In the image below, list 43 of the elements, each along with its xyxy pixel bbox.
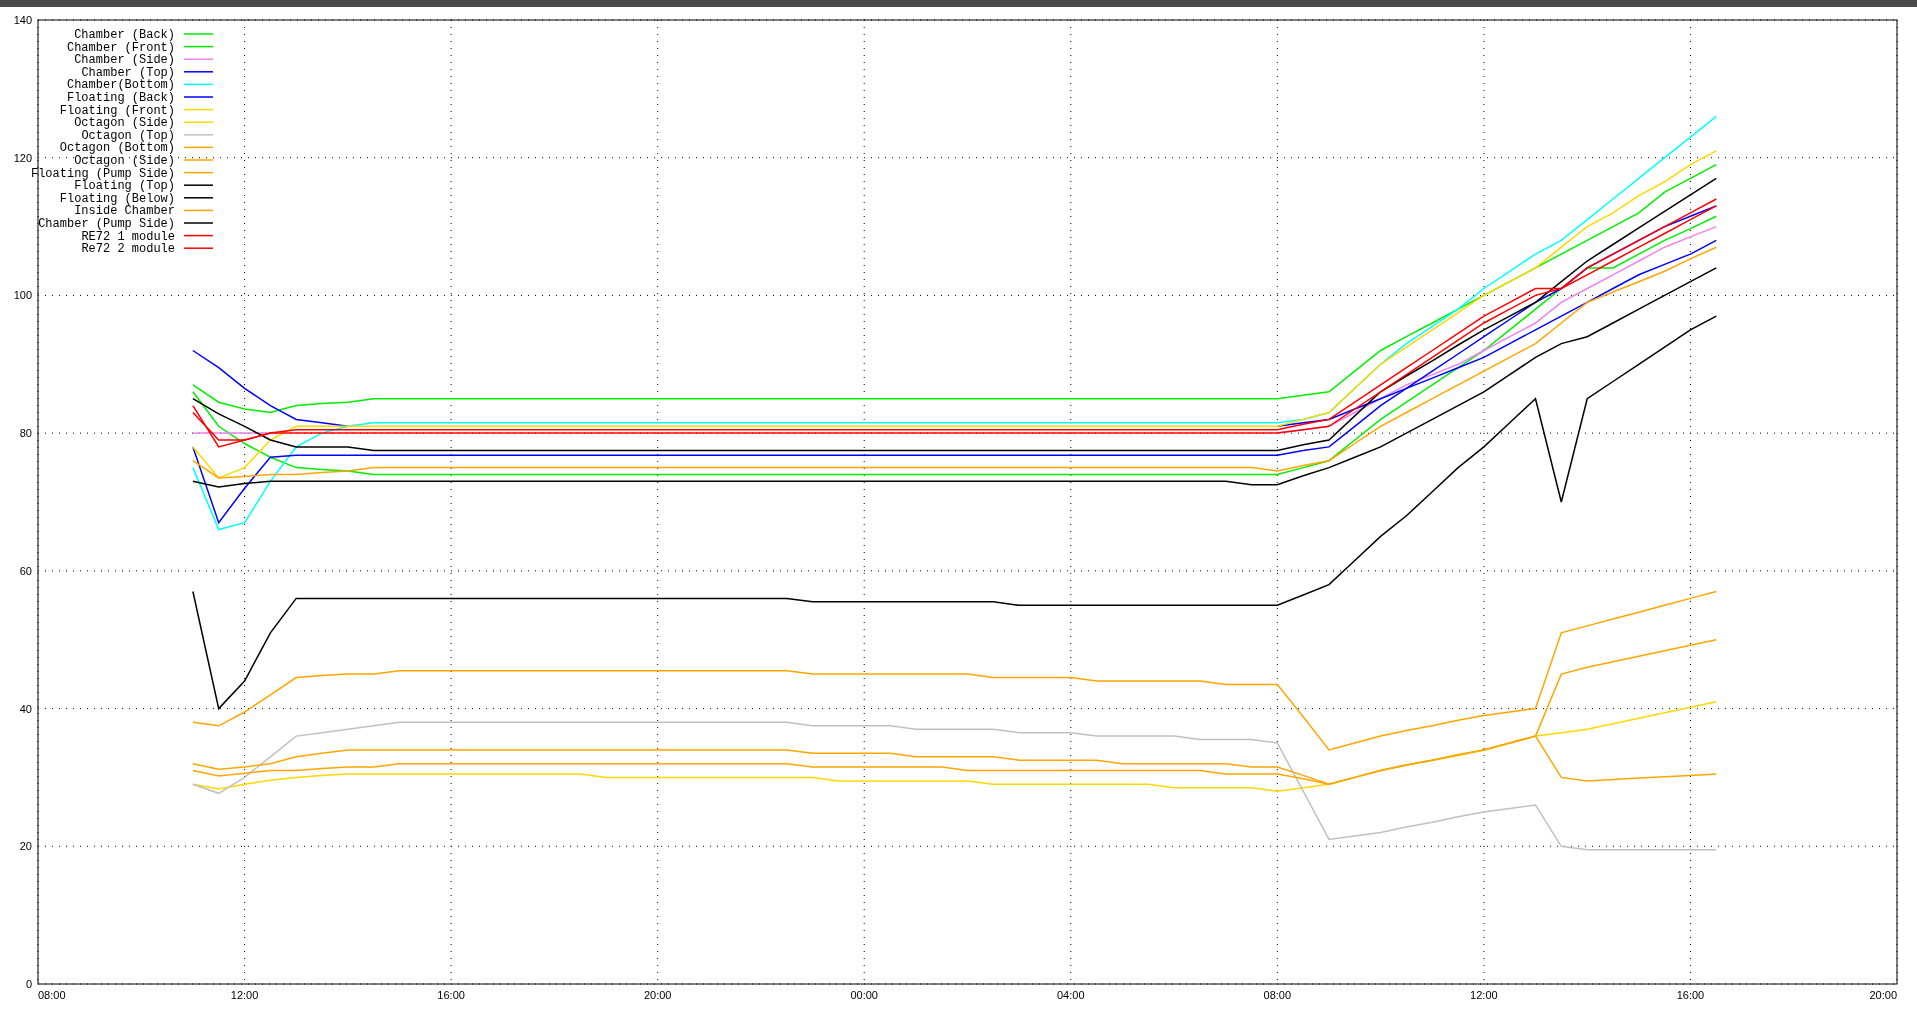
legend-label: RE72 1 module (81, 229, 175, 244)
legend-label: Floating (Front) (59, 103, 175, 118)
legend-label: Octagon (Top) (81, 128, 175, 143)
legend-sample (183, 209, 214, 212)
legend-sample (183, 108, 214, 111)
axis-tick-label: 20:00 (1869, 989, 1897, 1001)
legend-sample (183, 234, 214, 237)
legend-label: Octagon (Side) (74, 154, 175, 168)
legend-label: Floating (Pump Side) (30, 166, 175, 181)
legend-label: Chamber (Top) (81, 65, 175, 80)
legend-sample (183, 45, 214, 48)
axis-tick-label: 08:00 (38, 989, 66, 1001)
legend-label: Floating (Top) (74, 179, 175, 194)
axis-tick-label: 00:00 (850, 989, 878, 1001)
legend-label: Chamber (Side) (74, 53, 175, 68)
axis-tick-label: 60 (19, 564, 32, 577)
axis-tick-label: 0 (25, 978, 32, 990)
legend-label: Octagon (Bottom) (59, 141, 175, 156)
axis-tick-label: 40 (19, 702, 32, 715)
legend-label: Chamber (Front) (66, 40, 175, 55)
axis-tick-label: 16:00 (1676, 989, 1705, 1001)
axis-tick-label: 16:00 (437, 989, 465, 1001)
axis-tick-label: 12:00 (1470, 989, 1498, 1001)
axis-tick-label: 120 (13, 151, 32, 164)
axis-tick-label: 140 (13, 14, 32, 26)
legend-label: Floating (Below) (59, 191, 175, 206)
axis-tick-label: 100 (13, 289, 32, 302)
legend-sample (183, 83, 214, 86)
axis-tick-label: 20:00 (643, 989, 672, 1001)
legend-label: Chamber (Back) (74, 28, 175, 42)
axis-tick-label: 08:00 (1263, 989, 1292, 1001)
axis-tick-label: 12:00 (230, 989, 259, 1001)
axis-tick-label: 04:00 (1057, 989, 1085, 1001)
legend-label: Floating (Back) (66, 91, 175, 105)
legend-label: Octagon (Side) (74, 116, 175, 131)
legend-sample (183, 146, 214, 149)
legend-label: Chamber(Bottom) (66, 78, 175, 93)
legend-sample (183, 171, 214, 174)
legend-label: Inside Chamber (74, 204, 175, 219)
axis-tick-label: 80 (19, 427, 32, 440)
legend-label: Chamber (Pump Side) (38, 217, 175, 231)
legend-label: Re72 2 module (81, 242, 175, 257)
axis-tick-label: 20 (19, 840, 32, 853)
